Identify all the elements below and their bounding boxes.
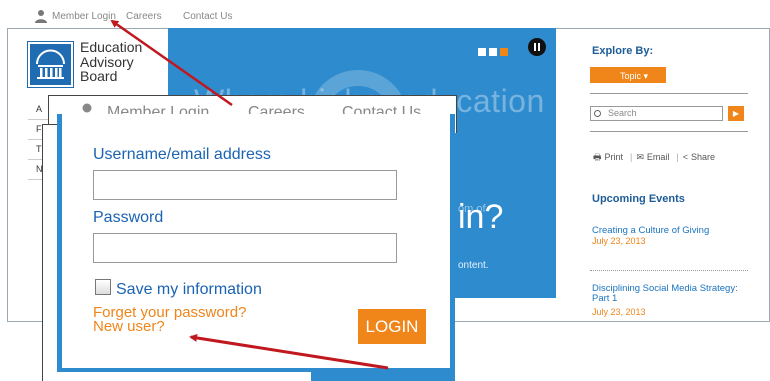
event-link[interactable]: Disciplining Social Media Strategy: Part…	[592, 284, 752, 304]
new-user-link[interactable]: New user?	[93, 319, 165, 334]
password-field[interactable]	[93, 233, 397, 263]
divider	[590, 93, 748, 94]
slider-dot[interactable]	[489, 48, 497, 56]
logo-line-3: Board	[80, 68, 118, 84]
event-link[interactable]: Creating a Culture of Giving	[592, 226, 709, 236]
save-info-label: Save my information	[116, 281, 262, 298]
hero-question: in?	[458, 198, 504, 236]
password-label: Password	[93, 209, 164, 226]
envelope-icon: ✉	[636, 152, 644, 162]
topic-label: Topic	[619, 70, 641, 81]
member-login-link[interactable]: Member Login	[52, 11, 116, 22]
building-icon	[36, 49, 65, 79]
hero-caption: ontent.	[458, 260, 489, 271]
event-date: July 23, 2013	[592, 236, 646, 246]
print-link[interactable]: Print	[605, 152, 624, 162]
share-icon: <	[682, 152, 689, 162]
login-button[interactable]: LOGIN	[358, 309, 426, 344]
slider-dots	[478, 43, 511, 61]
careers-link[interactable]: Careers	[126, 11, 162, 22]
logo-line-1: Education	[80, 39, 143, 55]
print-icon: 🖶	[593, 152, 602, 162]
topic-dropdown[interactable]: Topic ▾	[590, 67, 666, 83]
share-toolbar: 🖶 Print | ✉ Email | < Share	[593, 152, 716, 162]
logo[interactable]: Education Advisory Board	[27, 40, 158, 90]
logo-text: Education Advisory Board	[80, 40, 142, 84]
contact-us-link[interactable]: Contact Us	[183, 11, 232, 22]
divider	[590, 270, 748, 271]
event-date: July 23, 2013	[592, 307, 646, 317]
slider-dot-active[interactable]	[500, 48, 508, 56]
slider-dot[interactable]	[478, 48, 486, 56]
email-link[interactable]: Email	[647, 152, 670, 162]
logo-mark	[27, 41, 74, 88]
search-button[interactable]: ▶	[728, 106, 744, 121]
upcoming-events-heading: Upcoming Events	[592, 193, 685, 205]
divider	[590, 131, 748, 132]
pause-icon[interactable]	[528, 38, 546, 56]
share-link[interactable]: Share	[691, 152, 715, 162]
save-info-checkbox[interactable]	[95, 279, 111, 295]
username-label: Username/email address	[93, 146, 271, 163]
explore-by-heading: Explore By:	[592, 45, 654, 57]
search-icon	[594, 110, 601, 117]
username-field[interactable]	[93, 170, 397, 200]
user-icon	[35, 10, 47, 23]
chevron-down-icon: ▾	[643, 70, 649, 81]
logo-line-2: Advisory	[80, 53, 134, 70]
search-input[interactable]: Search	[590, 106, 723, 121]
utility-bar: Member Login Careers Contact Us	[0, 0, 770, 30]
